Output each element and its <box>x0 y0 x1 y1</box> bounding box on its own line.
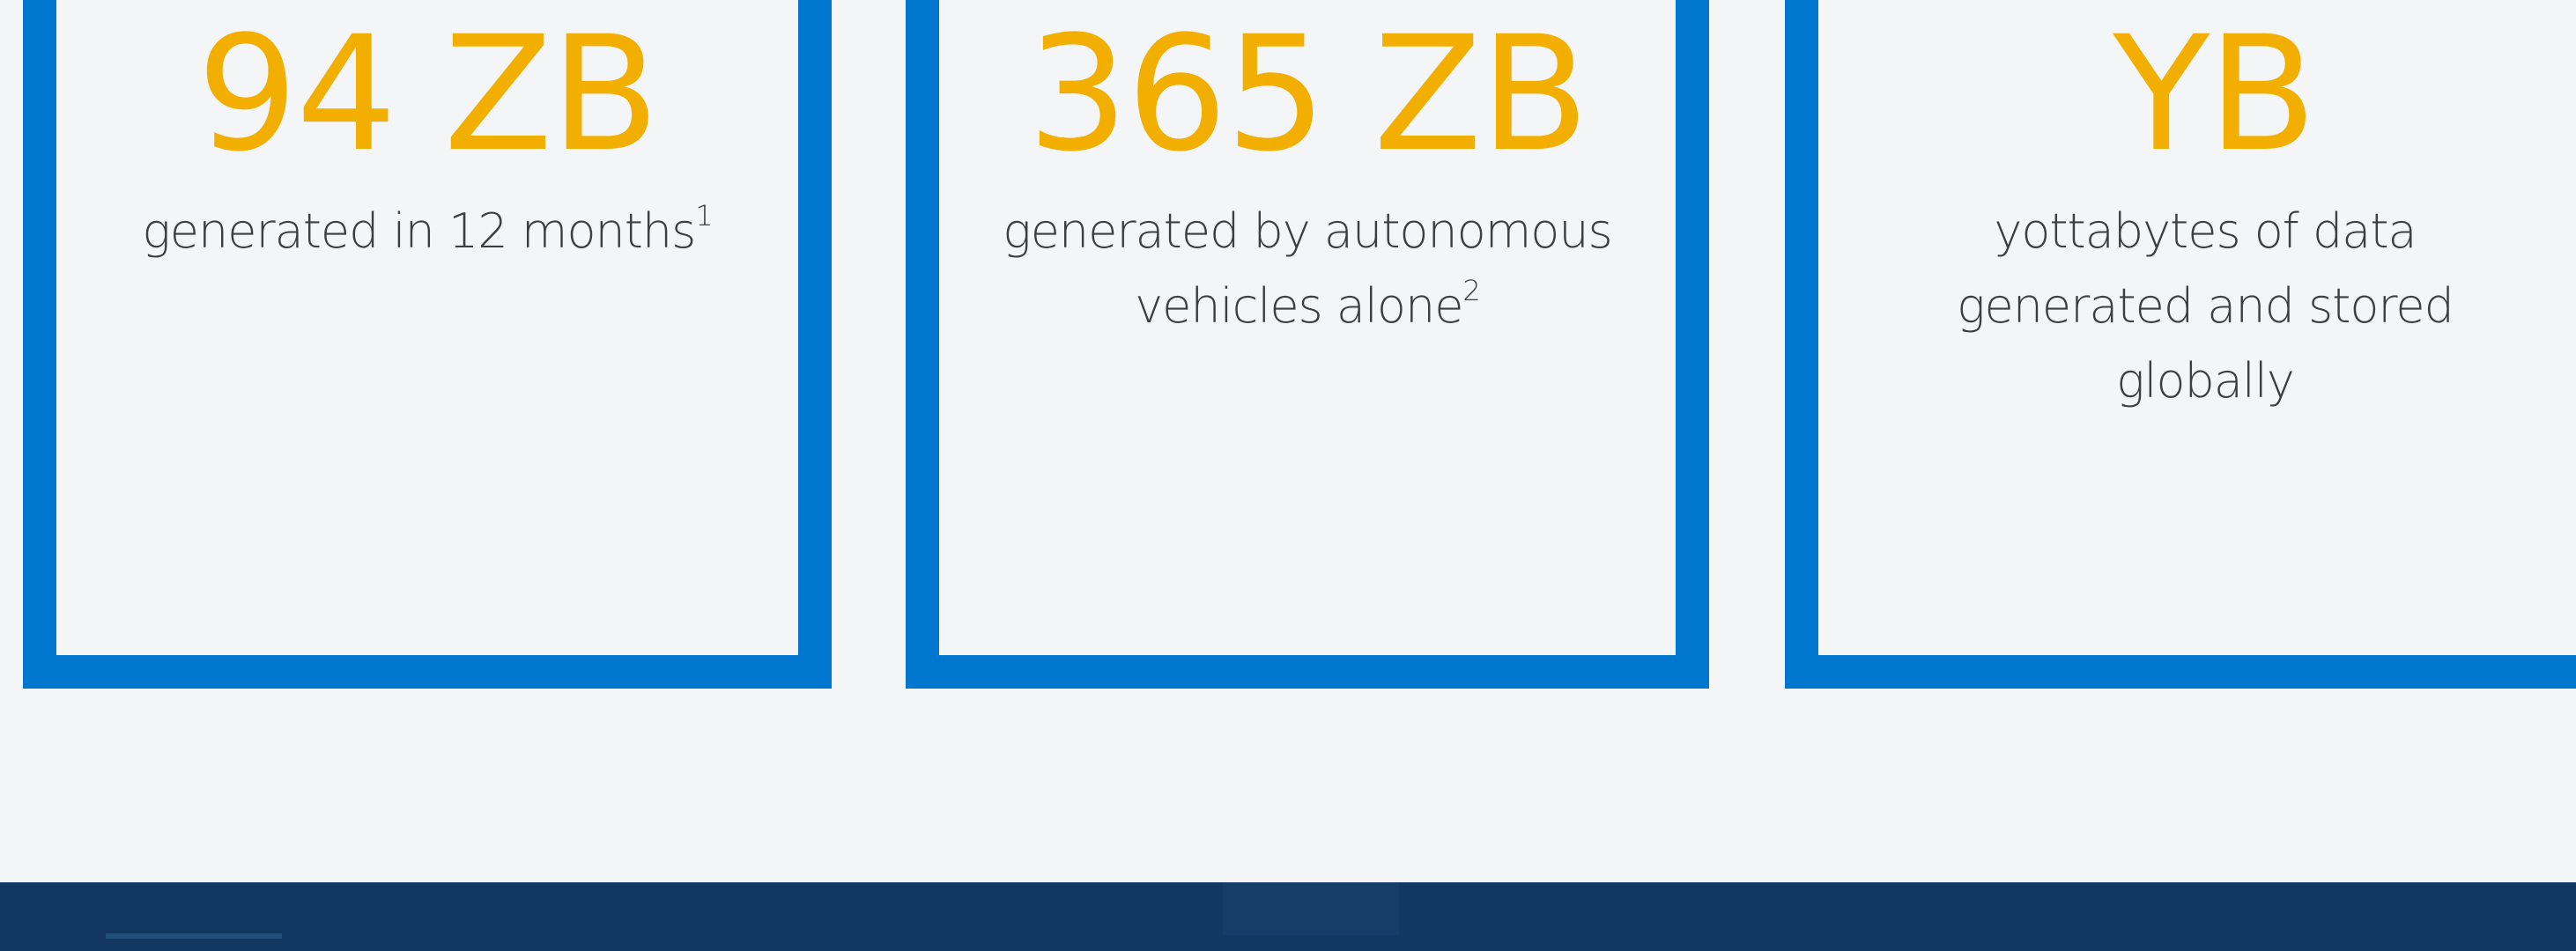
stat-description: generated in 12 months1 <box>56 194 798 269</box>
stat-description-line: generated and stored <box>1957 278 2454 334</box>
stat-value: 94 ZB <box>196 3 659 187</box>
footnote-marker: 2 <box>1462 274 1480 307</box>
stat-value: 365 ZB <box>1027 3 1589 187</box>
stat-description: generated by autonomous vehicles alone2 <box>939 194 1676 343</box>
stat-description-line: generated by autonomous <box>1003 203 1612 259</box>
stat-description: yottabytes of data generated and stored … <box>1854 194 2576 418</box>
stat-value: YB <box>2113 3 2316 187</box>
footer-decoration <box>1223 882 1399 935</box>
footnote-marker: 1 <box>695 199 713 232</box>
footer-decoration <box>106 933 282 939</box>
stat-description-line: globally <box>2116 353 2295 409</box>
stat-card-94zb: 94 ZB generated in 12 months1 <box>23 0 832 689</box>
stat-description-text: vehicles alone <box>1135 278 1463 334</box>
footer-band <box>0 882 2576 951</box>
stat-description-line: yottabytes of data <box>1994 203 2417 259</box>
stat-description-line: vehicles alone2 <box>939 269 1676 343</box>
stat-card-yb: YB yottabytes of data generated and stor… <box>1785 0 2576 689</box>
stat-description-text: generated in 12 months <box>142 203 696 259</box>
stat-card-365zb: 365 ZB generated by autonomous vehicles … <box>906 0 1709 689</box>
